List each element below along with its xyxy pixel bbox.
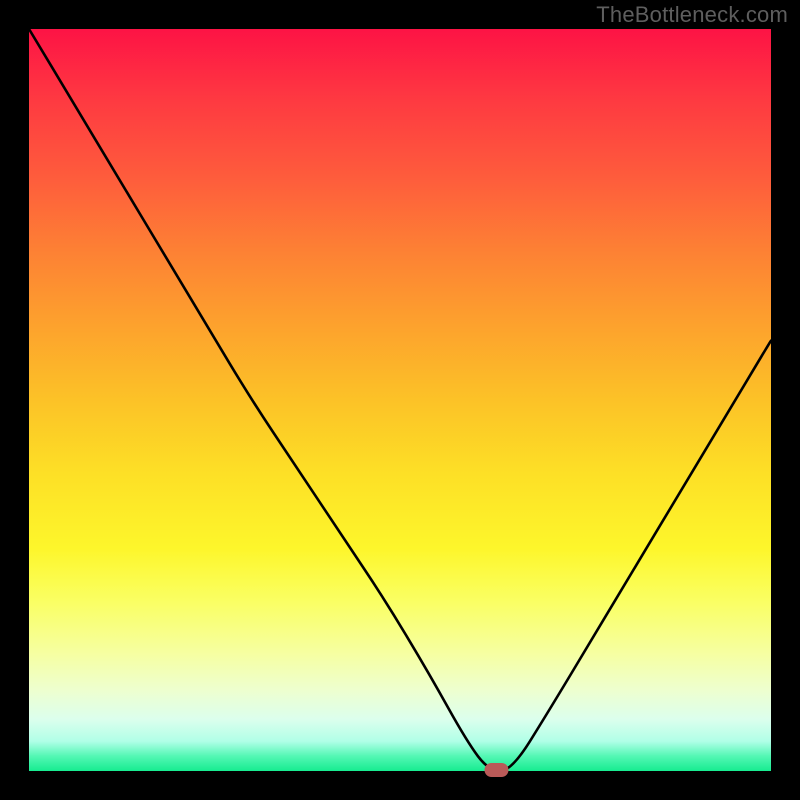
curve-path <box>29 29 771 771</box>
watermark-text: TheBottleneck.com <box>596 2 788 28</box>
chart-frame: TheBottleneck.com <box>0 0 800 800</box>
plot-area <box>29 29 771 771</box>
minimum-marker <box>485 763 509 777</box>
bottleneck-curve <box>29 29 771 771</box>
